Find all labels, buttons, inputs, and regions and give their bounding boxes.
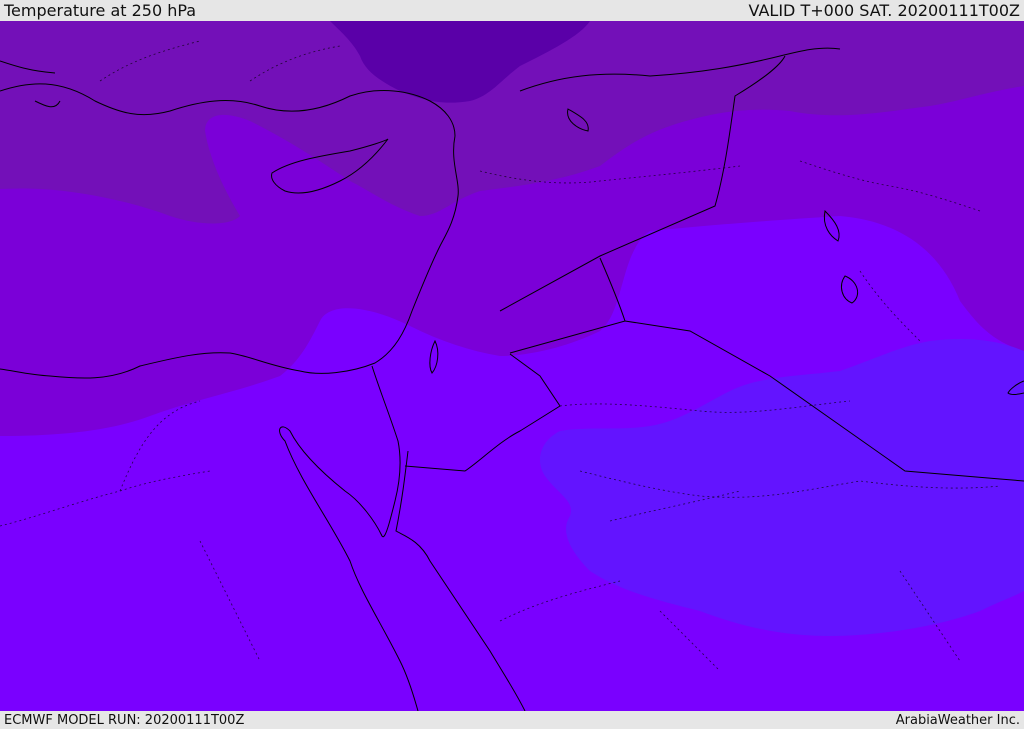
map-title: Temperature at 250 hPa: [4, 1, 197, 20]
map-area[interactable]: [0, 21, 1024, 711]
model-run-label: ECMWF MODEL RUN: 20200111T00Z: [4, 712, 245, 728]
footer-bar: ECMWF MODEL RUN: 20200111T00Z ArabiaWeat…: [0, 711, 1024, 729]
header-bar: Temperature at 250 hPa VALID T+000 SAT. …: [0, 0, 1024, 21]
valid-time-label: VALID T+000 SAT. 20200111T00Z: [748, 1, 1020, 20]
credit-label: ArabiaWeather Inc.: [895, 712, 1020, 728]
temperature-map: [0, 21, 1024, 711]
